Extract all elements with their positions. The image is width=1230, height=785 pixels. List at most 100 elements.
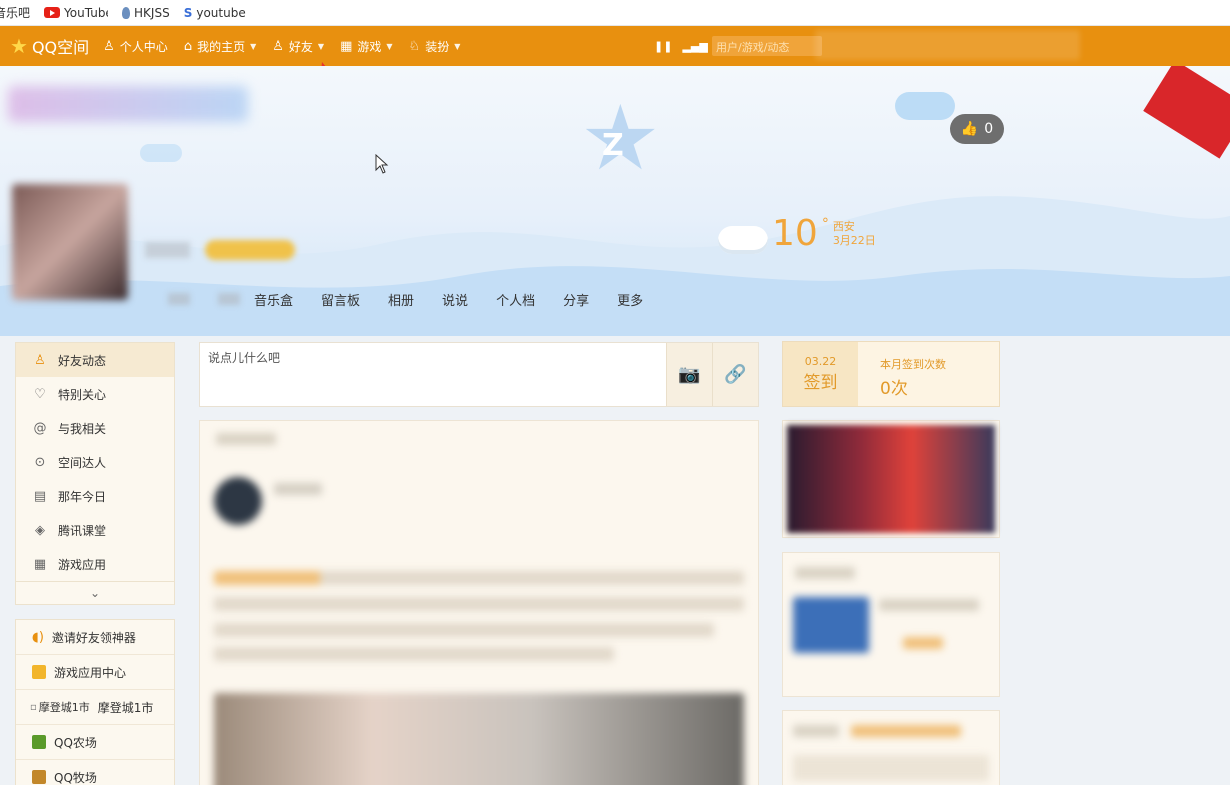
recommend-card-blurred — [782, 552, 1000, 697]
game-center-icon — [32, 665, 46, 679]
tab-album[interactable]: 相册 — [388, 290, 414, 309]
app-list: ◖) 邀请好友领神器 游戏应用中心 ▫ 摩登城1市 摩登城1市 QQ农场 QQ牧… — [15, 619, 175, 785]
invite-icon: ◖) — [32, 629, 44, 645]
expand-menu-button[interactable]: ⌄ — [16, 581, 174, 603]
app-modern-city[interactable]: ▫ 摩登城1市 摩登城1市 — [16, 690, 174, 725]
qzone-logo[interactable]: ★ QQ空间 — [10, 34, 89, 58]
menu-space-star[interactable]: ⊙ 空间达人 — [16, 445, 174, 479]
feed-name-blurred — [274, 483, 322, 495]
app-qq-ranch[interactable]: QQ牧场 — [16, 760, 174, 785]
menu-friend-feed[interactable]: ♙ 好友动态 — [16, 343, 174, 377]
feed-menu: ♙ 好友动态 ♡ 特别关心 @ 与我相关 ⊙ 空间达人 ▤ 那年今日 ◈ 腾讯课… — [15, 342, 175, 605]
vip-badge-blurred — [205, 240, 295, 260]
nav-label: 我的主页 — [197, 39, 246, 54]
signal-icon[interactable]: ▂▄▆ — [682, 40, 707, 53]
nav-label: 游戏 — [357, 39, 382, 54]
link-button[interactable]: 🔗 — [712, 343, 758, 406]
grid-icon: ▦ — [340, 38, 353, 54]
post-input[interactable]: 说点儿什么吧 — [208, 349, 280, 366]
more-title-blurred — [793, 725, 839, 737]
user-icon: ♙ — [103, 38, 115, 54]
at-icon: @ — [33, 420, 47, 436]
menu-label: 那年今日 — [58, 489, 107, 504]
menu-tencent-class[interactable]: ◈ 腾讯课堂 — [16, 513, 174, 547]
play-icon: ⊙ — [34, 454, 46, 470]
bookmark-label: YouTube — [64, 5, 109, 20]
tab-profile[interactable]: 个人档 — [496, 290, 535, 309]
feed-avatar-blurred[interactable] — [214, 477, 262, 525]
menu-label: 腾讯课堂 — [58, 523, 107, 538]
nav-decorate[interactable]: ♘ 装扮 ▼ — [409, 38, 461, 55]
bookmark-hkjss[interactable]: HKJSS — [122, 6, 170, 20]
more-tag-blurred — [851, 725, 961, 737]
like-button[interactable]: 👍 0 — [950, 114, 1004, 144]
cloud-decoration — [140, 144, 182, 162]
cloud-decoration — [895, 92, 955, 120]
app-label: QQ农场 — [54, 735, 97, 750]
promo-image — [787, 425, 995, 533]
feed-photo-blurred[interactable] — [214, 693, 744, 785]
app-game-center[interactable]: 游戏应用中心 — [16, 655, 174, 690]
tab-music-box[interactable]: 音乐盒 — [254, 290, 293, 309]
recommend-title-blurred — [795, 567, 855, 579]
sign-in-button[interactable]: 03.22 签到 — [783, 342, 858, 406]
photo-button[interactable]: 📷 — [666, 343, 712, 406]
feed-header-blurred — [216, 433, 276, 445]
toolbar-icons-blurred — [815, 30, 1080, 60]
promo-banner-blurred[interactable] — [782, 420, 1000, 538]
menu-label: 与我相关 — [58, 421, 107, 436]
sign-in-card: 03.22 签到 本月签到次数 0次 — [782, 341, 1000, 407]
feed-text-blurred — [214, 647, 614, 661]
profile-banner: ★ Z 👍 0 10 ° 西安 3月22日 音乐盒 留言板 相册 说说 个人档 — [0, 66, 1230, 336]
tab-shuoshuo[interactable]: 说说 — [442, 290, 468, 309]
pause-icon[interactable]: ❚❚ — [654, 40, 672, 53]
weather-location: 西安 3月22日 — [833, 220, 876, 248]
menu-related[interactable]: @ 与我相关 — [16, 411, 174, 445]
nav-friends[interactable]: ♙ 好友 ▼ — [272, 38, 324, 55]
more-card-blurred — [782, 710, 1000, 785]
tab-message-board[interactable]: 留言板 — [321, 290, 360, 309]
nav-label: 个人中心 — [119, 39, 168, 54]
recommend-image-blurred[interactable] — [793, 597, 869, 653]
user-icon: ♙ — [34, 352, 46, 368]
sign-label: 签到 — [803, 373, 838, 393]
recommend-text-blurred — [879, 599, 979, 611]
drop-icon — [122, 6, 131, 19]
bookmark-music[interactable]: 音乐吧 — [0, 4, 30, 21]
nav-personal-center[interactable]: ♙ 个人中心 — [103, 38, 168, 55]
tab-share[interactable]: 分享 — [563, 290, 589, 309]
bookmark-icon: S — [183, 5, 193, 20]
sign-stats: 本月签到次数 0次 — [858, 342, 946, 406]
bookmarks-bar: 音乐吧 YouTube HKJSS S youtube — [0, 0, 1230, 26]
nav-label: 好友 — [288, 39, 313, 54]
bookmark-youtube[interactable]: YouTube — [44, 6, 108, 20]
tab-blurred[interactable] — [168, 293, 190, 305]
class-icon: ◈ — [35, 522, 45, 538]
menu-label: 游戏应用 — [58, 557, 107, 572]
nav-my-home[interactable]: ⌂ 我的主页 ▼ — [184, 38, 256, 55]
app-qq-farm[interactable]: QQ农场 — [16, 725, 174, 760]
heart-icon: ♡ — [34, 386, 46, 402]
search-input[interactable]: 用户/游戏/动态 — [712, 36, 822, 56]
star-logo-icon: ★ — [10, 34, 28, 58]
avatar[interactable] — [12, 184, 128, 300]
app-invite-friends[interactable]: ◖) 邀请好友领神器 — [16, 620, 174, 655]
menu-special-care[interactable]: ♡ 特别关心 — [16, 377, 174, 411]
top-nav: ★ QQ空间 ♙ 个人中心 ⌂ 我的主页 ▼ ♙ 好友 ▼ ▦ 游戏 ▼ ♘ 装… — [0, 26, 1230, 66]
sign-date: 03.22 — [804, 355, 837, 368]
menu-label: 特别关心 — [58, 387, 107, 402]
space-name-blurred — [8, 86, 248, 122]
mouse-cursor-icon — [375, 154, 389, 174]
bookmark-label: youtube — [196, 5, 246, 20]
broken-image-icon: ▫ — [30, 701, 37, 713]
more-text-blurred — [793, 755, 989, 781]
nav-games[interactable]: ▦ 游戏 ▼ — [340, 38, 392, 55]
menu-label: 空间达人 — [58, 455, 107, 470]
menu-on-this-day[interactable]: ▤ 那年今日 — [16, 479, 174, 513]
tab-more[interactable]: 更多 — [617, 290, 643, 309]
bookmark-youtube-2[interactable]: S youtube — [184, 6, 246, 20]
menu-game-apps[interactable]: ▦ 游戏应用 — [16, 547, 174, 581]
tab-blurred[interactable] — [218, 293, 240, 305]
menu-label: 好友动态 — [58, 353, 107, 368]
degree-symbol: ° — [821, 216, 829, 232]
